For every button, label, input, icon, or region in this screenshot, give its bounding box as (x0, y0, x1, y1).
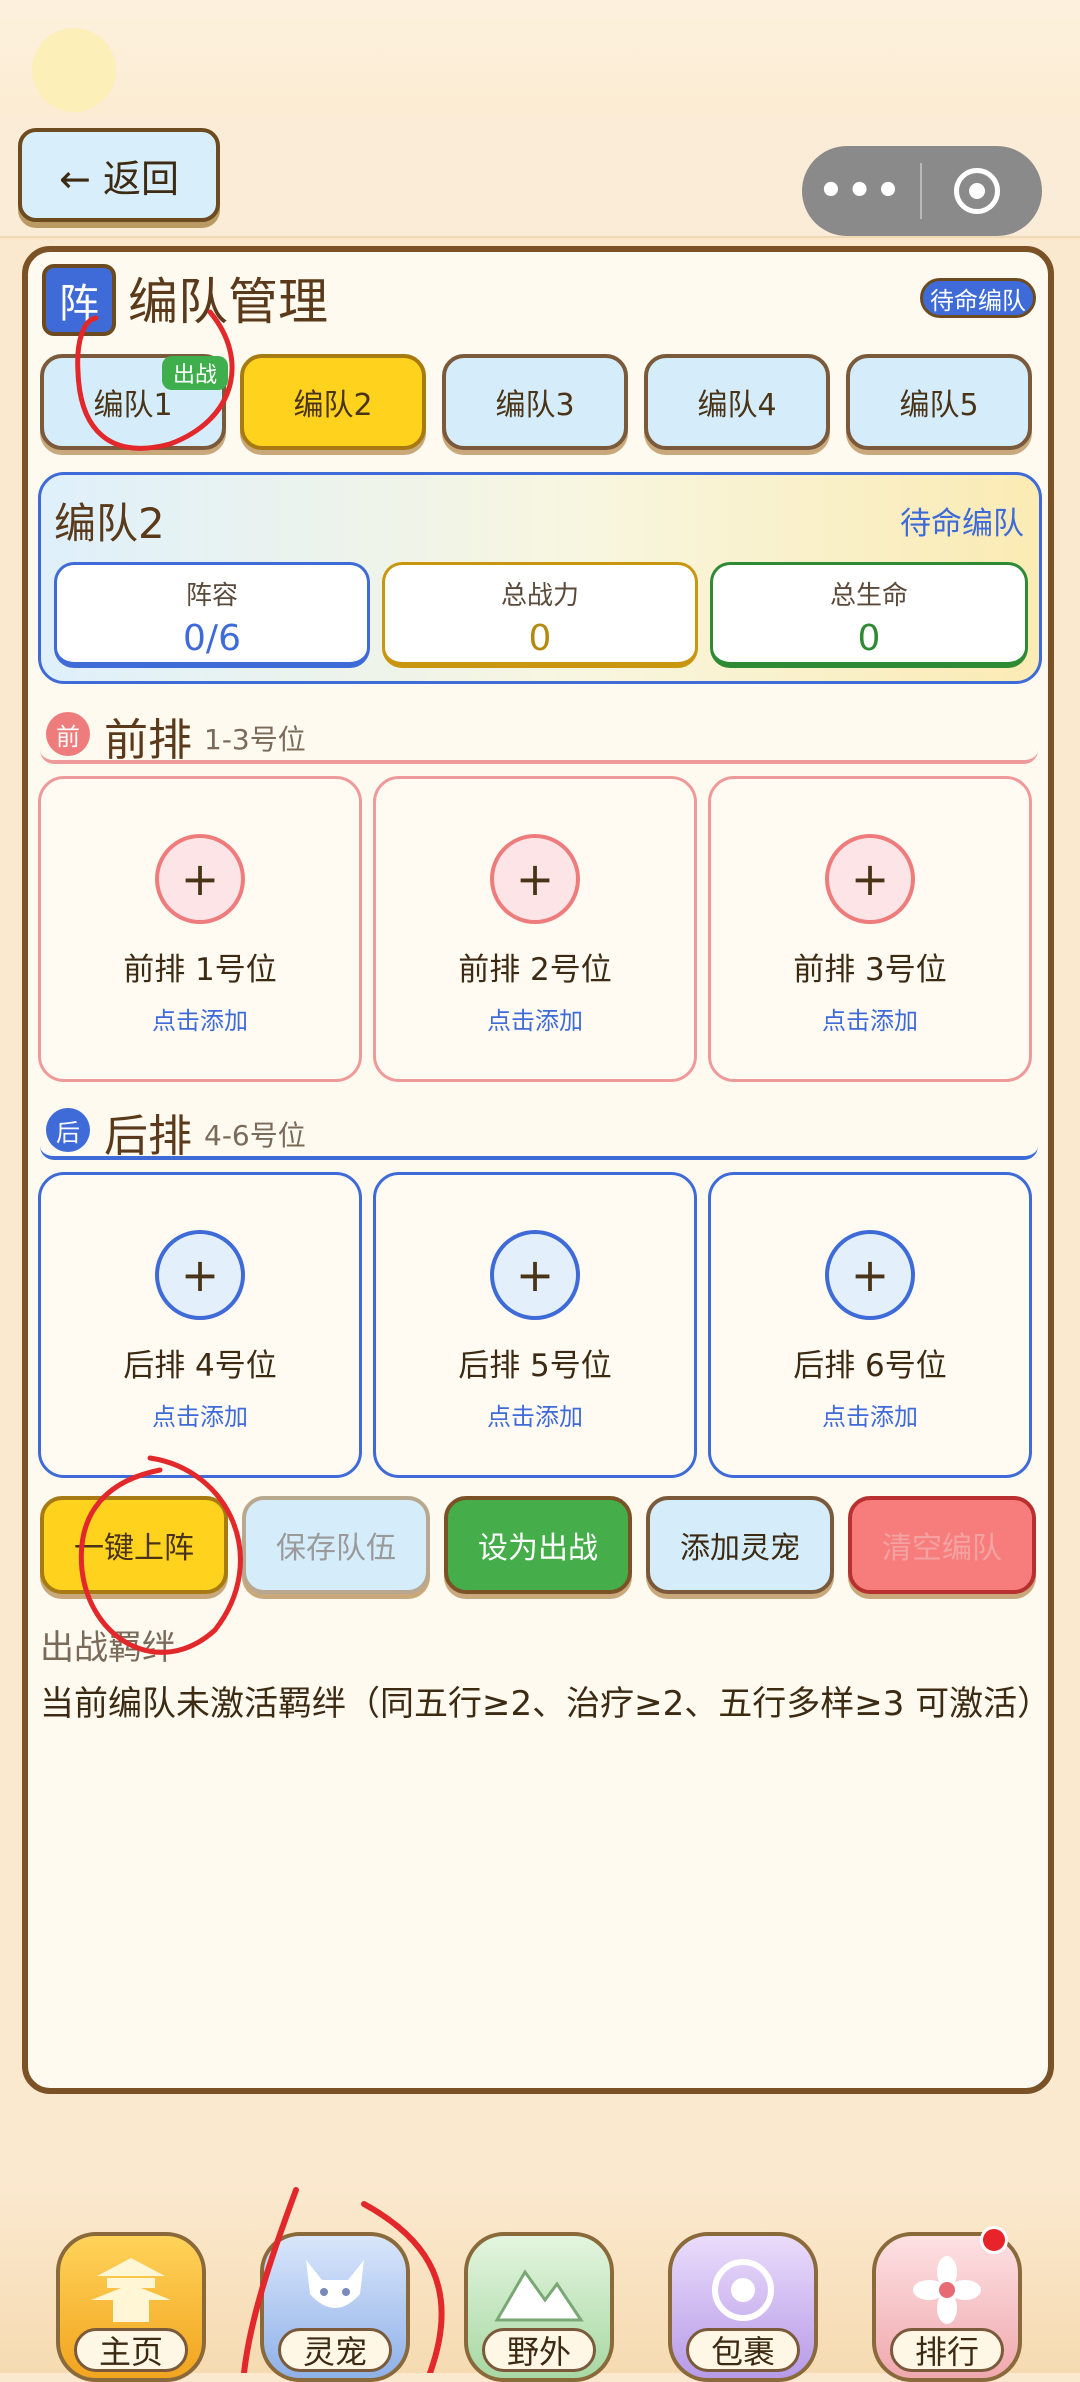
tab-team-3[interactable]: 编队3 (442, 354, 628, 450)
back-slot-4[interactable]: + 后排 4号位 点击添加 (38, 1172, 362, 1478)
slot-add-hint: 点击添加 (152, 1007, 248, 1035)
mini-program-capsule: ••• (802, 146, 1042, 236)
tab-team-4[interactable]: 编队4 (644, 354, 830, 450)
status-indicator (32, 28, 116, 112)
nav-label: 包裹 (686, 2328, 800, 2372)
plus-icon: + (155, 1230, 245, 1320)
summary-title: 编队2 (54, 499, 165, 548)
stat-value: 0 (528, 618, 552, 659)
deployed-badge: 出战 (162, 356, 228, 390)
button-label: 添加灵宠 (680, 1531, 800, 1566)
front-row-divider (40, 750, 1038, 764)
capsule-divider (920, 163, 922, 219)
back-slot-5[interactable]: + 后排 5号位 点击添加 (373, 1172, 697, 1478)
tab-label: 编队3 (495, 388, 575, 423)
nav-home[interactable]: 主页 (56, 2232, 206, 2382)
clear-team-button[interactable]: 清空编队 (848, 1496, 1036, 1594)
power-stat: 总战力 0 (382, 562, 698, 668)
slot-add-hint: 点击添加 (822, 1403, 918, 1431)
button-label: 设为出战 (478, 1531, 598, 1566)
tab-label: 编队4 (697, 388, 777, 423)
stat-value: 0 (857, 618, 881, 659)
hp-stat: 总生命 0 (710, 562, 1028, 668)
back-row-divider (40, 1146, 1038, 1160)
stat-label: 总生命 (829, 581, 908, 611)
back-label: ← 返回 (59, 156, 179, 201)
plus-icon: + (490, 834, 580, 924)
stat-label: 总战力 (500, 581, 579, 611)
back-button[interactable]: ← 返回 (18, 128, 220, 222)
back-slot-6[interactable]: + 后排 6号位 点击添加 (708, 1172, 1032, 1478)
add-pet-button[interactable]: 添加灵宠 (646, 1496, 834, 1594)
nav-label: 野外 (482, 2328, 596, 2372)
tab-label: 编队1 (93, 388, 173, 423)
close-target-icon[interactable] (954, 168, 1000, 214)
auto-deploy-button[interactable]: 一键上阵 (40, 1496, 228, 1594)
more-icon[interactable]: ••• (802, 168, 920, 214)
slot-name: 后排 5号位 (458, 1348, 612, 1384)
front-slot-1[interactable]: + 前排 1号位 点击添加 (38, 776, 362, 1082)
button-label: 保存队伍 (276, 1531, 396, 1566)
page-title: 编队管理 (128, 273, 328, 331)
slot-name: 前排 3号位 (793, 952, 947, 988)
tab-label: 编队2 (293, 388, 373, 423)
front-slot-2[interactable]: + 前排 2号位 点击添加 (373, 776, 697, 1082)
plus-icon: + (490, 1230, 580, 1320)
slot-name: 后排 4号位 (123, 1348, 277, 1384)
nav-bag[interactable]: 包裹 (668, 2232, 818, 2382)
nav-pets[interactable]: 灵宠 (260, 2232, 410, 2382)
nav-rank[interactable]: 排行 (872, 2232, 1022, 2382)
stat-label: 阵容 (185, 581, 238, 611)
formation-badge: 阵 (42, 264, 116, 336)
plus-icon: + (155, 834, 245, 924)
slot-add-hint: 点击添加 (152, 1403, 248, 1431)
plus-icon: + (825, 1230, 915, 1320)
tab-team-2[interactable]: 编队2 (240, 354, 426, 450)
slot-name: 前排 1号位 (123, 952, 277, 988)
status-badge: 待命编队 (920, 278, 1036, 318)
stat-value: 0/6 (183, 618, 241, 659)
nav-label: 灵宠 (278, 2328, 392, 2372)
slot-add-hint: 点击添加 (487, 1403, 583, 1431)
nav-wild[interactable]: 野外 (464, 2232, 614, 2382)
tab-team-5[interactable]: 编队5 (846, 354, 1032, 450)
save-team-button[interactable]: 保存队伍 (242, 1496, 430, 1594)
slot-add-hint: 点击添加 (822, 1007, 918, 1035)
nav-label: 主页 (74, 2328, 188, 2372)
tab-label: 编队5 (899, 388, 979, 423)
set-deploy-button[interactable]: 设为出战 (444, 1496, 632, 1594)
button-label: 一键上阵 (74, 1531, 194, 1566)
front-slot-3[interactable]: + 前排 3号位 点击添加 (708, 776, 1032, 1082)
lineup-stat: 阵容 0/6 (54, 562, 370, 668)
summary-status: 待命编队 (900, 506, 1024, 542)
slot-name: 后排 6号位 (793, 1348, 947, 1384)
nav-label: 排行 (890, 2328, 1004, 2372)
notification-dot (980, 2226, 1008, 2254)
slot-name: 前排 2号位 (458, 952, 612, 988)
slot-add-hint: 点击添加 (487, 1007, 583, 1035)
bond-description: 当前编队未激活羁绊（同五行≥2、治疗≥2、五行多样≥3 可激活） (40, 1684, 1052, 1724)
plus-icon: + (825, 834, 915, 924)
button-label: 清空编队 (882, 1531, 1002, 1566)
bond-section-title: 出战羁绊 (40, 1628, 176, 1668)
